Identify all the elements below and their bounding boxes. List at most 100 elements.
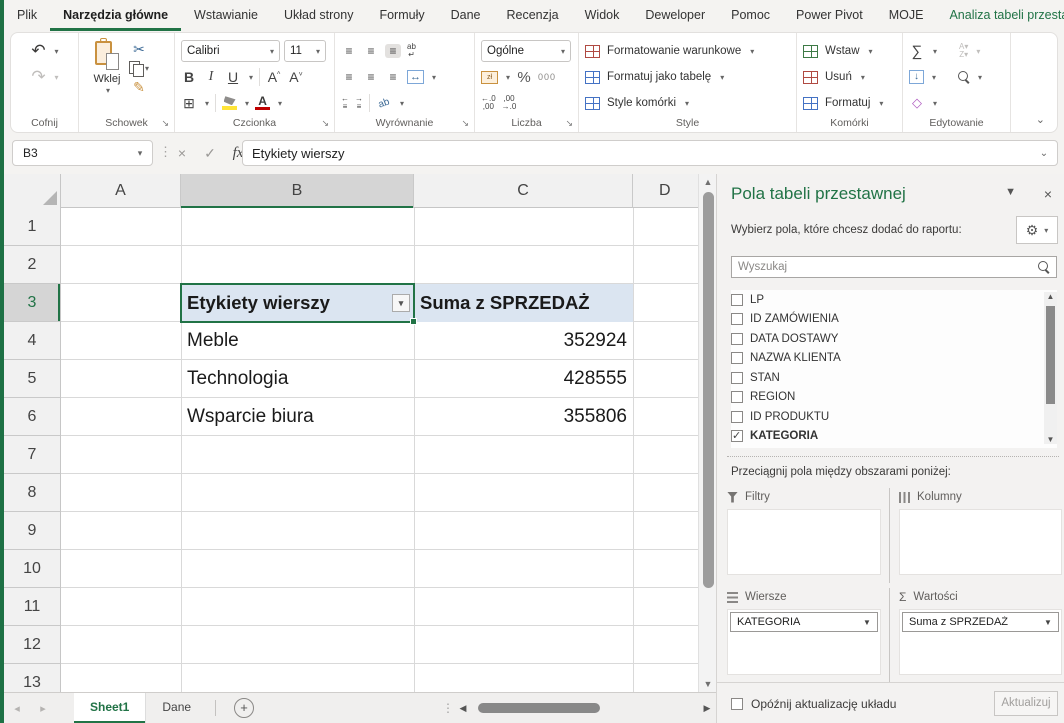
filters-drop-zone[interactable]: [727, 509, 881, 575]
vertical-scrollbar[interactable]: ▲ ▼: [698, 174, 716, 692]
insert-cells-button[interactable]: Wstaw ▾: [803, 38, 896, 64]
delete-cells-button[interactable]: Usuń ▾: [803, 64, 896, 90]
field-item-id-zamowienia[interactable]: ID ZAMÓWIENIA: [731, 310, 1057, 330]
tab-plik[interactable]: Plik: [4, 0, 50, 31]
undo-icon[interactable]: ↶: [30, 41, 46, 61]
font-color-icon[interactable]: A: [255, 96, 270, 111]
formula-bar-expand-icon[interactable]: ⌄: [1031, 148, 1057, 159]
decrease-indent-icon[interactable]: ←≡: [341, 95, 349, 111]
fill-color-icon[interactable]: [222, 96, 237, 110]
field-item-data-dostawy[interactable]: DATA DOSTAWY: [731, 329, 1057, 349]
redo-icon[interactable]: ↷: [30, 67, 46, 87]
align-middle-icon[interactable]: ≡: [363, 44, 379, 58]
autosum-icon[interactable]: ∑: [909, 43, 925, 60]
sheet-nav-prev-icon[interactable]: ◂: [4, 702, 30, 715]
format-painter-icon[interactable]: ✎: [129, 79, 149, 96]
row-header-1[interactable]: 1: [4, 208, 61, 246]
copy-icon[interactable]: [129, 61, 143, 76]
cell-b6[interactable]: Wsparcie biura: [181, 398, 414, 436]
row-header-5[interactable]: 5: [4, 360, 61, 398]
scrollbar-grip-icon[interactable]: ⋮: [442, 701, 454, 715]
tab-analiza-tabeli-przestawnej[interactable]: Analiza tabeli przestawnej: [936, 0, 1064, 31]
column-header-d[interactable]: D: [633, 174, 698, 208]
align-left-icon[interactable]: ≡: [341, 70, 357, 84]
row-header-12[interactable]: 12: [4, 626, 61, 664]
tab-deweloper[interactable]: Deweloper: [632, 0, 718, 31]
field-item-lp[interactable]: LP: [731, 290, 1057, 310]
column-header-c[interactable]: C: [414, 174, 633, 208]
cell-styles-button[interactable]: Style komórki ▾: [585, 90, 790, 116]
column-header-a[interactable]: A: [61, 174, 181, 208]
fill-color-dropdown-icon[interactable]: ▾: [245, 99, 249, 108]
accounting-dropdown-icon[interactable]: ▾: [506, 73, 510, 82]
field-checkbox[interactable]: [731, 294, 743, 306]
rows-drop-zone[interactable]: KATEGORIA▼: [727, 609, 881, 675]
comma-style-button[interactable]: 000: [538, 72, 556, 82]
sheet-tab-dane[interactable]: Dane: [146, 693, 207, 723]
collapse-ribbon-chevron-icon[interactable]: ⌄: [1036, 113, 1045, 126]
tab-moje[interactable]: MOJE: [876, 0, 937, 31]
field-list-scrollbar[interactable]: ▲ ▼: [1044, 292, 1057, 444]
cell-c6[interactable]: 355806: [414, 398, 633, 436]
sheet-tab-sheet1[interactable]: Sheet1: [74, 693, 146, 723]
cell-b4[interactable]: Meble: [181, 322, 414, 360]
pane-options-dropdown-icon[interactable]: ▼: [1005, 186, 1016, 198]
name-box-dropdown-icon[interactable]: ▾: [128, 148, 152, 159]
shrink-font-icon[interactable]: A˅: [288, 69, 304, 85]
cells-area[interactable]: Etykiety wierszy ▾ Suma z SPRZEDAŻ Meble…: [61, 208, 698, 692]
field-checkbox[interactable]: [731, 411, 743, 423]
decrease-decimal-icon[interactable]: ,00→.0: [502, 95, 517, 111]
field-checkbox[interactable]: [731, 430, 743, 442]
field-checkbox[interactable]: [731, 352, 743, 364]
search-field-box[interactable]: Wyszukaj: [731, 256, 1057, 278]
scroll-down-icon[interactable]: ▼: [699, 676, 717, 692]
autosum-dropdown-icon[interactable]: ▾: [933, 47, 937, 56]
align-top-icon[interactable]: ≡: [341, 44, 357, 58]
new-sheet-button[interactable]: +: [234, 698, 254, 718]
horizontal-scroll-thumb[interactable]: [478, 703, 600, 713]
horizontal-scroll-track[interactable]: [472, 702, 698, 714]
fill-dropdown-icon[interactable]: ▾: [932, 73, 936, 82]
row-header-8[interactable]: 8: [4, 474, 61, 512]
tab-dane[interactable]: Dane: [438, 0, 494, 31]
find-select-icon[interactable]: [958, 71, 970, 83]
field-item-region[interactable]: REGION: [731, 388, 1057, 408]
values-field-pill-suma-sprzedaz[interactable]: Suma z SPRZEDAŻ▼: [902, 612, 1059, 632]
cell-c5[interactable]: 428555: [414, 360, 633, 398]
cut-icon[interactable]: ✂: [129, 41, 149, 58]
merge-dropdown-icon[interactable]: ▾: [432, 73, 436, 82]
sheet-nav-next-icon[interactable]: ▸: [30, 702, 56, 715]
conditional-formatting-button[interactable]: Formatowanie warunkowe ▾: [585, 38, 790, 64]
defer-layout-checkbox[interactable]: Opóźnij aktualizację układu: [731, 697, 896, 711]
field-item-id-produktu[interactable]: ID PRODUKTU: [731, 407, 1057, 427]
merge-center-icon[interactable]: ↔: [407, 70, 424, 84]
align-center-icon[interactable]: ≡: [363, 70, 379, 84]
paste-dropdown-icon[interactable]: ▾: [87, 86, 129, 95]
row-header-6[interactable]: 6: [4, 398, 61, 436]
sort-filter-icon[interactable]: A▾Z▾: [959, 43, 968, 59]
vertical-scroll-thumb[interactable]: [703, 192, 714, 588]
row-header-11[interactable]: 11: [4, 588, 61, 626]
field-list-scroll-up-icon[interactable]: ▲: [1044, 292, 1057, 301]
tab-widok[interactable]: Widok: [572, 0, 633, 31]
alignment-dialog-launcher-icon[interactable]: ↘: [461, 118, 469, 129]
undo-dropdown-icon[interactable]: ▾: [54, 47, 58, 56]
pane-close-icon[interactable]: ×: [1044, 186, 1052, 202]
paste-button[interactable]: Wklej ▾: [85, 38, 129, 96]
italic-button[interactable]: I: [203, 69, 219, 85]
orientation-dropdown-icon[interactable]: ▾: [400, 99, 404, 108]
format-cells-button[interactable]: Formatuj ▾: [803, 90, 896, 116]
pill-dropdown-icon[interactable]: ▼: [857, 618, 877, 627]
row-header-10[interactable]: 10: [4, 550, 61, 588]
align-right-icon[interactable]: ≡: [385, 70, 401, 84]
field-checkbox[interactable]: [731, 391, 743, 403]
tab-narzedzia-glowne[interactable]: Narzędzia główne: [50, 0, 181, 31]
row-header-2[interactable]: 2: [4, 246, 61, 284]
tab-uklad-strony[interactable]: Układ strony: [271, 0, 366, 31]
scroll-up-icon[interactable]: ▲: [699, 174, 717, 190]
row-header-4[interactable]: 4: [4, 322, 61, 360]
tab-recenzja[interactable]: Recenzja: [494, 0, 572, 31]
formula-bar[interactable]: Etykiety wierszy ⌄: [242, 140, 1058, 166]
field-checkbox[interactable]: [731, 313, 743, 325]
percent-style-button[interactable]: %: [516, 69, 532, 86]
